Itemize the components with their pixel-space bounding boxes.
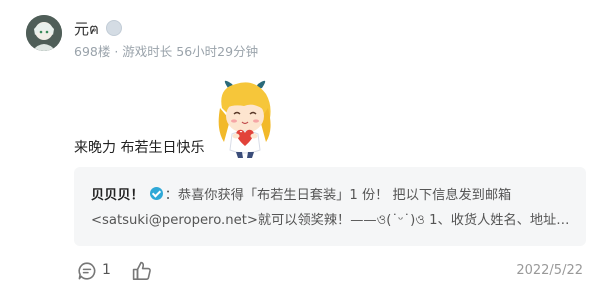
playtime-value: 56小时29分钟 [176, 44, 259, 59]
post-date: 2022/5/22 [516, 263, 583, 278]
meta-separator: · [110, 44, 123, 59]
quote-author[interactable]: 贝贝贝！ [91, 188, 144, 203]
post-meta: 698楼 · 游戏时长 56小时29分钟 [74, 41, 258, 60]
avatar[interactable] [26, 15, 62, 51]
quote-text: ：恭喜你获得「布若生日套装」1 份！ 把以下信息发到邮箱 [164, 188, 512, 203]
birthday-character-sticker [218, 80, 271, 158]
quote-first-line: 贝贝贝！ ：恭喜你获得「布若生日套装」1 份！ 把以下信息发到邮箱 [91, 183, 570, 208]
quoted-reply[interactable]: 贝贝贝！ ：恭喜你获得「布若生日套装」1 份！ 把以下信息发到邮箱 <satsuk… [74, 167, 586, 246]
like-icon[interactable] [131, 260, 153, 282]
level-badge-icon [106, 20, 122, 36]
verified-icon [149, 187, 163, 200]
comment-count: 1 [102, 262, 111, 278]
quote-second-line: <satsuki@peropero.net>就可以领奖辣！——ও(˙ᵕ˙)ও 1… [91, 213, 570, 228]
playtime-label: 游戏时长 [122, 44, 173, 59]
username[interactable]: 元ฅ [74, 17, 99, 41]
post-text: 来晚力 布若生日快乐 [74, 140, 205, 156]
avatar-image [26, 15, 62, 51]
floor-number: 698楼 [74, 44, 111, 59]
comment-icon[interactable] [77, 261, 97, 281]
